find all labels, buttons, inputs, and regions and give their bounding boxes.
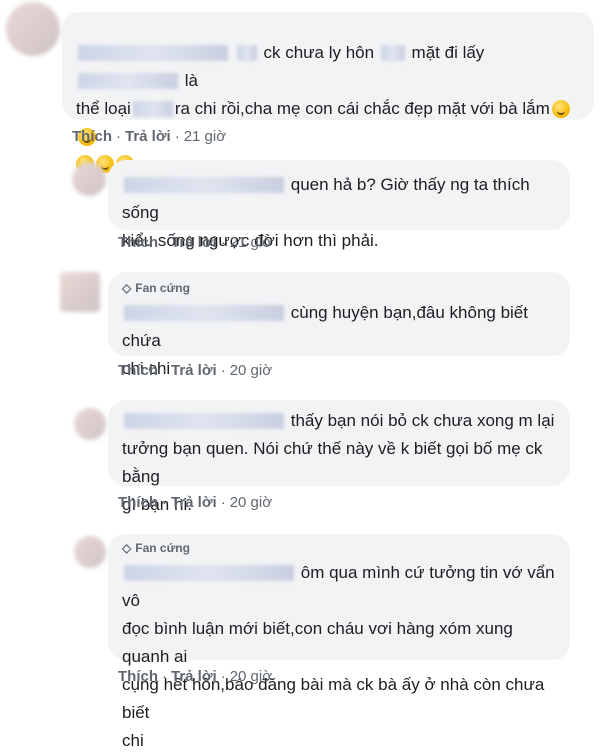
like-link[interactable]: Thích <box>118 494 158 511</box>
comment-text-line: tưởng bạn quen. Nói chứ thế này về k biế… <box>122 439 543 487</box>
like-link[interactable]: Thích <box>118 234 158 251</box>
comment-bubble: ck chưa ly hôn mặt đi lấy là thể loại ra … <box>62 12 594 173</box>
avatar[interactable] <box>72 162 106 196</box>
comment-text-line: chi <box>122 731 144 751</box>
reply-link[interactable]: Trả lời <box>171 362 217 379</box>
redacted-text <box>132 100 173 117</box>
comment-text-line: đọc bình luận mới biết,con cháu vơi hàng… <box>122 619 513 667</box>
redacted-text <box>78 72 178 89</box>
comment-text-line: cùng huyện bạn,đâu không biết chứa <box>122 303 528 351</box>
comment-actions: Thích · Trả lời · 20 giờ <box>118 668 273 685</box>
smirk-emoji <box>551 99 570 118</box>
redacted-name <box>124 304 284 321</box>
timestamp[interactable]: 21 giờ <box>230 234 272 251</box>
comment-text-line: ôm qua mình cứ tưởng tin vớ vẩn vô <box>122 563 555 611</box>
comment-text-line: ck chưa ly hôn mặt đi lấy là <box>76 38 580 94</box>
comment-bubble: thấy bạn nói bỏ ck chưa xong m lại tưởng… <box>108 400 570 514</box>
reply-link[interactable]: Trả lời <box>171 668 217 685</box>
reply-link[interactable]: Trả lời <box>171 234 217 251</box>
timestamp[interactable]: 20 giờ <box>230 494 272 511</box>
timestamp[interactable]: 21 giờ <box>184 128 226 145</box>
avatar[interactable] <box>6 2 60 56</box>
avatar[interactable] <box>74 408 106 440</box>
comment-bubble: quen hả b? Giờ thấy ng ta thích sống kiể… <box>108 160 570 250</box>
avatar[interactable] <box>74 536 106 568</box>
fan-badge: ◇ Fan cứng <box>122 541 190 555</box>
comment-actions: Thích · Trả lời · 21 giờ <box>72 128 227 145</box>
redacted-text <box>236 44 257 61</box>
like-link[interactable]: Thích <box>118 668 158 685</box>
timestamp[interactable]: 20 giờ <box>230 362 272 379</box>
reply-link[interactable]: Trả lời <box>125 128 171 145</box>
comment-bubble: ◇ Fan cứng cùng huyện bạn,đâu không biết … <box>108 272 570 378</box>
like-link[interactable]: Thích <box>118 362 158 379</box>
comment-actions: Thích · Trả lời · 21 giờ <box>118 234 273 251</box>
redacted-name <box>124 176 284 193</box>
redacted-text <box>380 44 405 61</box>
reply-link[interactable]: Trả lời <box>171 494 217 511</box>
diamond-icon: ◇ <box>122 541 132 555</box>
comment-actions: Thích · Trả lời · 20 giờ <box>118 494 273 511</box>
like-link[interactable]: Thích <box>72 128 112 145</box>
fan-badge: ◇ Fan cứng <box>122 281 190 295</box>
redacted-name <box>124 564 294 581</box>
comment-text-line: thấy bạn nói bỏ ck chưa xong m lại <box>122 406 556 434</box>
diamond-icon: ◇ <box>122 281 132 295</box>
comment-text-line: quen hả b? Giờ thấy ng ta thích sống <box>122 175 530 223</box>
avatar[interactable] <box>60 272 100 312</box>
comment-bubble: ◇ Fan cứng ôm qua mình cứ tưởng tin vớ vẩ… <box>108 534 570 750</box>
redacted-name <box>78 44 228 61</box>
comment-actions: Thích · Trả lời · 20 giờ <box>118 362 273 379</box>
timestamp[interactable]: 20 giờ <box>230 668 272 685</box>
redacted-name <box>124 412 284 429</box>
